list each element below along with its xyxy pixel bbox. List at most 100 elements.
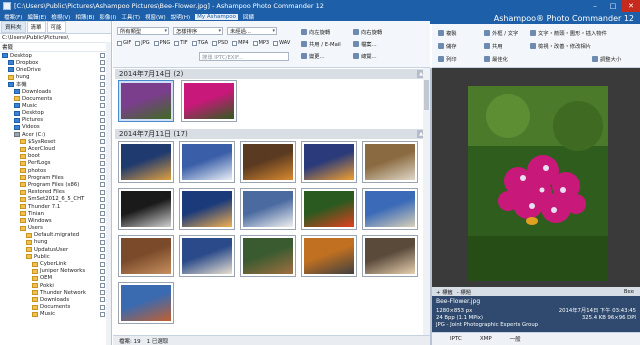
type-select[interactable]: 所有類型 <box>117 27 169 35</box>
tree-item[interactable]: hung <box>0 239 111 246</box>
scroll-thumb[interactable] <box>424 80 429 110</box>
overview-button[interactable]: 總覽... <box>353 52 377 60</box>
tree-item[interactable]: PerfLogs <box>0 160 111 167</box>
tree-item[interactable]: Documents <box>0 304 111 311</box>
tree-item-checkbox[interactable] <box>100 297 105 303</box>
tree-item-checkbox[interactable] <box>100 132 105 138</box>
format-checkbox[interactable]: MP3 <box>252 40 269 46</box>
tree-item-checkbox[interactable] <box>100 139 105 145</box>
tree-item-checkbox[interactable] <box>100 268 105 274</box>
tree-item[interactable]: Users <box>0 225 111 232</box>
tree-item-checkbox[interactable] <box>100 67 105 73</box>
tree-item[interactable]: Desktop <box>0 52 111 59</box>
tree-item-checkbox[interactable] <box>100 218 105 224</box>
menu-window[interactable]: 視窗(W) <box>145 13 166 21</box>
thumbnail[interactable] <box>118 141 174 183</box>
thumbnail[interactable] <box>301 235 357 277</box>
tree-item[interactable]: photos <box>0 167 111 174</box>
thumbnail[interactable] <box>240 141 296 183</box>
tree-item-checkbox[interactable] <box>100 60 105 66</box>
checkbox-box[interactable] <box>232 40 238 46</box>
tree-item-checkbox[interactable] <box>100 275 105 281</box>
optimize-button[interactable]: 最佳化 <box>484 55 508 63</box>
format-checkbox[interactable]: GIF <box>117 40 131 46</box>
thumbnail[interactable] <box>179 141 235 183</box>
save-button[interactable]: 儲存 <box>438 42 457 50</box>
tab-general[interactable]: 一般 <box>510 335 521 343</box>
checkbox-box[interactable] <box>135 40 141 46</box>
tree-item-checkbox[interactable] <box>100 225 105 231</box>
thumbnail[interactable] <box>240 188 296 230</box>
tree-item[interactable]: Videos <box>0 124 111 131</box>
title-button[interactable]: - 標題 <box>457 288 471 296</box>
menu-edit[interactable]: 編輯(E) <box>27 13 46 21</box>
resize-button[interactable]: 調整大小 <box>592 55 621 63</box>
tree-item[interactable]: OneDrive <box>0 66 111 73</box>
menu-feedback[interactable]: 回饋 <box>243 13 254 21</box>
tree-item-checkbox[interactable] <box>100 283 105 289</box>
tree-item[interactable]: Default.migrated <box>0 232 111 239</box>
thumbnail[interactable] <box>362 141 418 183</box>
tree-item[interactable]: Public <box>0 253 111 260</box>
format-checkbox[interactable]: PSD <box>212 40 228 46</box>
format-checkbox[interactable]: TIF <box>174 40 188 46</box>
menu-tools[interactable]: 工具(T) <box>121 13 140 21</box>
tree-item-checkbox[interactable] <box>100 110 105 116</box>
tree-item[interactable]: Pokki <box>0 282 111 289</box>
menu-image[interactable]: 影像(I) <box>99 13 116 21</box>
tree-item-checkbox[interactable] <box>100 290 105 296</box>
tree-item-checkbox[interactable] <box>100 103 105 109</box>
tree-item-checkbox[interactable] <box>100 239 105 245</box>
tree-item-checkbox[interactable] <box>100 153 105 159</box>
tree-item[interactable]: Dropbox <box>0 59 111 66</box>
tree-item[interactable]: UpdatusUser <box>0 246 111 253</box>
format-checkbox[interactable]: JPG <box>135 40 150 46</box>
menu-help[interactable]: 說明(H) <box>171 13 190 21</box>
minimize-button[interactable]: – <box>586 0 604 12</box>
tree-item-checkbox[interactable] <box>100 160 105 166</box>
tree-item-checkbox[interactable] <box>100 168 105 174</box>
tree-item[interactable]: $SysReset <box>0 138 111 145</box>
tree-item-checkbox[interactable] <box>100 74 105 80</box>
frame-text-button[interactable]: 外框 / 文字 <box>484 29 518 37</box>
tree-item[interactable]: Music <box>0 102 111 109</box>
tree-item-checkbox[interactable] <box>100 311 105 317</box>
menu-file[interactable]: 檔案(F) <box>4 13 22 21</box>
tree-item[interactable]: Pictures <box>0 117 111 124</box>
tree-item-checkbox[interactable] <box>100 261 105 267</box>
tree-item[interactable]: Windows <box>0 217 111 224</box>
tree-item[interactable]: Thunder 7.1 <box>0 203 111 210</box>
tree-item-checkbox[interactable] <box>100 53 105 59</box>
change-button[interactable]: 變更... <box>301 52 325 60</box>
tree-item-checkbox[interactable] <box>100 247 105 253</box>
tree-item-checkbox[interactable] <box>100 89 105 95</box>
thumbnail[interactable] <box>179 188 235 230</box>
checkbox-box[interactable] <box>191 40 197 46</box>
sort-select[interactable]: 怎樣排序 <box>173 27 223 35</box>
checkbox-box[interactable] <box>117 40 122 46</box>
menu-my-ashampoo[interactable]: My Ashampoo <box>195 13 238 20</box>
thumbnail[interactable] <box>181 80 237 122</box>
tree-item[interactable]: 本機 <box>0 81 111 88</box>
tree-item[interactable]: AcerCloud <box>0 145 111 152</box>
close-button[interactable]: ✕ <box>622 0 640 12</box>
file-button[interactable]: 檔案... <box>353 40 377 48</box>
tree-item-checkbox[interactable] <box>100 232 105 238</box>
tree-item-checkbox[interactable] <box>100 182 105 188</box>
rotate-right-button[interactable]: 向右旋轉 <box>353 28 382 36</box>
tree-item[interactable]: Tinian <box>0 210 111 217</box>
thumbnail[interactable] <box>301 188 357 230</box>
group-header[interactable]: 2014年7月14日 (2) ▲ <box>115 69 427 79</box>
tree-item[interactable]: Restored Files <box>0 189 111 196</box>
checkbox-box[interactable] <box>252 40 258 46</box>
tree-item-checkbox[interactable] <box>100 96 105 102</box>
tree-item[interactable]: Thunder Network <box>0 289 111 296</box>
checkbox-box[interactable] <box>273 40 279 46</box>
rotate-left-button[interactable]: 向左旋轉 <box>301 28 330 36</box>
tree-item-checkbox[interactable] <box>100 117 105 123</box>
thumbnail[interactable] <box>118 188 174 230</box>
print-button[interactable]: 列印 <box>438 55 457 63</box>
tree-item[interactable]: SmSet2012_6_5_CHT <box>0 196 111 203</box>
checkbox-box[interactable] <box>174 40 180 46</box>
tab-list[interactable]: 清單 <box>26 21 46 33</box>
